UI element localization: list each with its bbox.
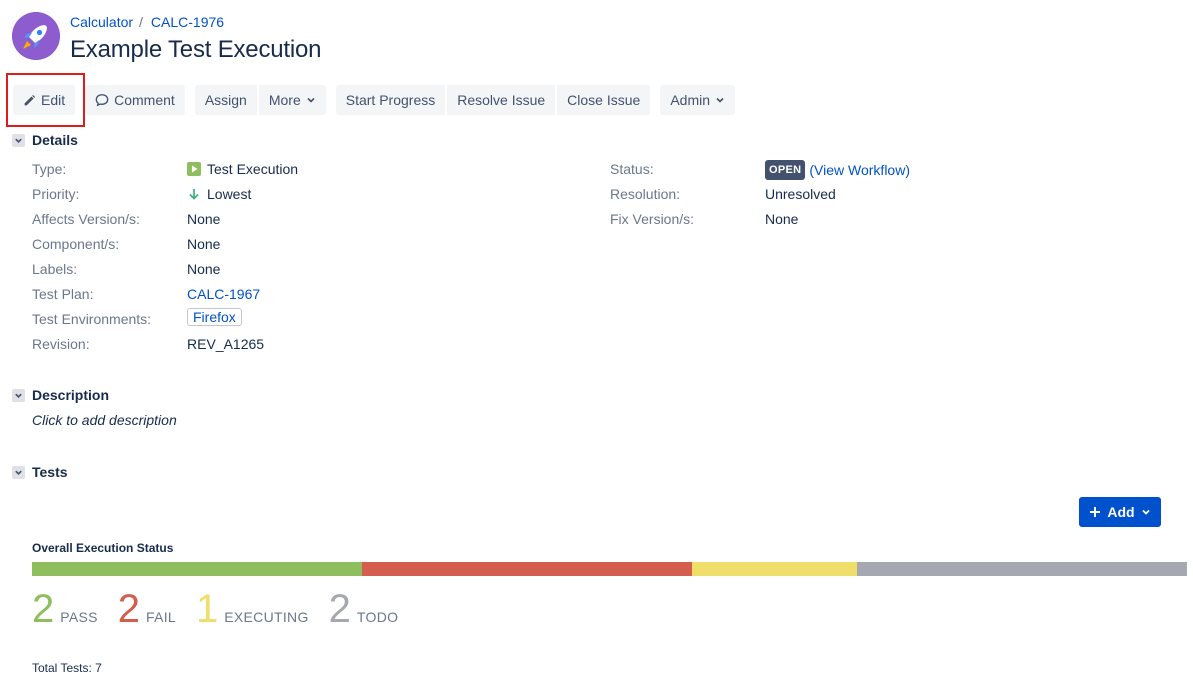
fix-version-label: Fix Version/s: — [610, 211, 695, 227]
collapse-chevron-icon — [12, 465, 25, 479]
executing-count-label: EXECUTING — [224, 609, 309, 625]
tests-heading: Tests — [32, 464, 68, 480]
pass-count-number: 2 — [32, 587, 55, 631]
issue-toolbar: Edit Comment Assign More Start Progress … — [13, 85, 736, 115]
resolution-label: Resolution: — [610, 186, 681, 202]
fix-version-value: None — [765, 211, 799, 227]
test-plan-value-wrap: CALC-1967 — [187, 285, 260, 303]
test-plan-link[interactable]: CALC-1967 — [187, 285, 260, 303]
todo-count[interactable]: 2 TODO — [329, 586, 399, 632]
description-section-toggle[interactable]: Description — [12, 387, 109, 403]
environment-tag[interactable]: Firefox — [187, 308, 242, 326]
add-test-button-label: Add — [1107, 504, 1135, 520]
chevron-down-icon — [716, 97, 724, 103]
comment-button-label: Comment — [114, 92, 175, 108]
tests-section-toggle[interactable]: Tests — [12, 464, 68, 480]
status-bar-executing-segment[interactable] — [692, 562, 857, 576]
more-button[interactable]: More — [258, 85, 326, 115]
test-environments-value-wrap: Firefox — [187, 308, 242, 326]
breadcrumb-separator: / — [139, 14, 143, 30]
todo-count-label: TODO — [356, 609, 399, 625]
breadcrumb-project[interactable]: Calculator — [70, 14, 133, 30]
comment-button[interactable]: Comment — [85, 85, 185, 115]
pass-count-label: PASS — [60, 609, 98, 625]
status-bar-pass-segment[interactable] — [32, 562, 362, 576]
affects-version-label: Affects Version/s: — [32, 211, 140, 227]
affects-version-value: None — [187, 211, 221, 227]
arrow-down-icon — [189, 189, 199, 200]
details-heading: Details — [32, 132, 78, 148]
collapse-chevron-icon — [12, 133, 25, 147]
resolve-issue-button[interactable]: Resolve Issue — [447, 85, 556, 115]
priority-value: Lowest — [187, 185, 251, 203]
fail-count-label: FAIL — [146, 609, 177, 625]
labels-value: None — [187, 261, 221, 277]
description-placeholder[interactable]: Click to add description — [32, 412, 177, 428]
priority-label: Priority: — [32, 186, 80, 202]
details-section-toggle[interactable]: Details — [12, 132, 78, 148]
labels-label: Labels: — [32, 261, 78, 277]
assign-button[interactable]: Assign — [194, 85, 257, 115]
priority-value-text: Lowest — [207, 186, 252, 202]
breadcrumb: Calculator / CALC-1976 — [70, 14, 224, 30]
admin-button[interactable]: Admin — [660, 85, 736, 115]
total-tests: Total Tests: 7 — [32, 661, 102, 675]
test-plan-label: Test Plan: — [32, 286, 94, 302]
comment-icon — [95, 94, 109, 107]
component-label: Component/s: — [32, 236, 120, 252]
type-label: Type: — [32, 161, 67, 177]
collapse-chevron-icon — [12, 388, 25, 402]
page-title: Example Test Execution — [70, 36, 322, 63]
fail-count[interactable]: 2 FAIL — [118, 586, 176, 632]
status-badge: OPEN — [765, 160, 806, 180]
plus-icon — [1090, 507, 1101, 517]
test-environments-label: Test Environments: — [32, 311, 152, 327]
execution-status-bar — [32, 562, 1187, 576]
revision-value: REV_A1265 — [187, 336, 265, 352]
chevron-down-icon — [1141, 509, 1150, 515]
more-button-label: More — [268, 92, 301, 108]
revision-label: Revision: — [32, 336, 90, 352]
resolution-value: Unresolved — [765, 186, 836, 202]
overall-execution-status-label: Overall Execution Status — [32, 541, 174, 555]
status-bar-todo-segment[interactable] — [857, 562, 1187, 576]
close-issue-button[interactable]: Close Issue — [557, 85, 651, 115]
admin-button-label: Admin — [670, 92, 711, 108]
chevron-down-icon — [307, 97, 315, 103]
project-avatar[interactable] — [12, 12, 60, 60]
status-value: OPEN (View Workflow) — [765, 160, 910, 180]
executing-count-number: 1 — [196, 587, 219, 631]
add-test-button[interactable]: Add — [1079, 497, 1161, 527]
view-workflow-link[interactable]: (View Workflow) — [809, 161, 910, 179]
pass-count[interactable]: 2 PASS — [32, 586, 98, 632]
executing-count[interactable]: 1 EXECUTING — [196, 586, 309, 632]
rocket-icon — [12, 12, 60, 60]
status-counts: 2 PASS 2 FAIL 1 EXECUTING 2 TODO — [32, 586, 398, 632]
todo-count-number: 2 — [328, 587, 351, 631]
component-value: None — [187, 236, 221, 252]
fail-count-number: 2 — [117, 587, 141, 631]
type-value-text: Test Execution — [207, 161, 299, 177]
start-progress-button[interactable]: Start Progress — [335, 85, 446, 115]
status-label: Status: — [610, 161, 654, 177]
description-heading: Description — [32, 387, 110, 403]
status-bar-fail-segment[interactable] — [362, 562, 692, 576]
edit-highlight-box — [6, 73, 85, 127]
breadcrumb-issue-key[interactable]: CALC-1976 — [151, 14, 224, 30]
issue-header: Calculator / CALC-1976 Example Test Exec… — [12, 12, 1182, 72]
type-value: Test Execution — [187, 160, 298, 178]
test-execution-icon — [187, 162, 201, 176]
